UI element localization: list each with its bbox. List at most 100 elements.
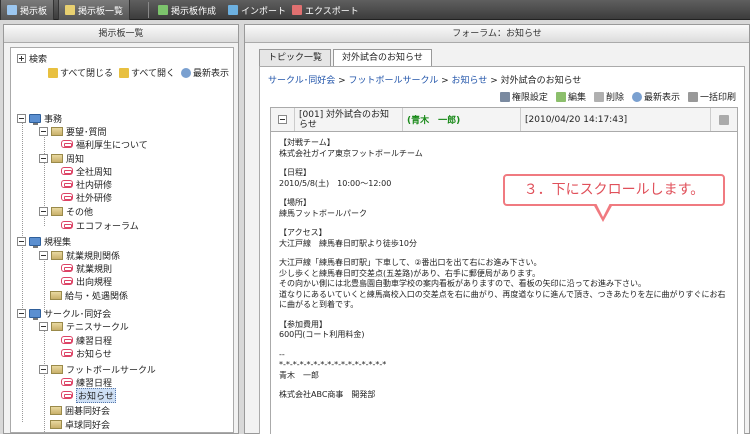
tree-node-shagai-kenshu[interactable]: 社外研修 xyxy=(61,191,112,204)
tree-node-tennis-oshirase[interactable]: お知らせ xyxy=(61,347,112,360)
forum-icon xyxy=(61,193,73,201)
tab-bulletin-board[interactable]: 掲示板 xyxy=(0,0,55,20)
post-date: [2010/04/20 14:17:43] xyxy=(521,108,711,131)
collapse-icon[interactable] xyxy=(278,115,287,124)
close-all-button[interactable]: すべて閉じる xyxy=(47,66,113,79)
toolbar-separator xyxy=(148,2,149,18)
board-tree: 検索 すべて閉じる すべて開く 最新表示 事務 要望･質問 福利厚生について 周… xyxy=(10,47,234,433)
tree-node-kyuyo[interactable]: 給与・処遇関係 xyxy=(50,289,128,302)
folder-icon xyxy=(51,250,63,260)
tree-node-takkyu[interactable]: 卓球同好会 xyxy=(50,418,110,431)
folder-icon xyxy=(50,290,62,300)
instruction-callout: ３．下にスクロールします。 xyxy=(503,174,725,206)
create-icon xyxy=(158,5,168,15)
breadcrumb-oshirase[interactable]: お知らせ xyxy=(452,76,488,86)
tree-node-shucchou[interactable]: 出向規程 xyxy=(61,275,112,288)
tree-node-tennis-renshu[interactable]: 練習日程 xyxy=(61,334,112,347)
tree-guide xyxy=(44,328,45,432)
folder-open-icon xyxy=(118,67,129,78)
forum-icon xyxy=(61,391,73,399)
post-collapse[interactable] xyxy=(271,108,295,131)
folder-icon xyxy=(51,153,63,163)
open-all-button[interactable]: すべて開く xyxy=(118,66,175,79)
board-icon xyxy=(7,5,17,15)
tree-node-kitei[interactable]: 規程集 xyxy=(17,235,71,248)
topic-actions: 権限設定 編集 削除 最新表示 一括印刷 xyxy=(499,90,736,103)
topic-content: サークル･同好会 > フットボールサークル > お知らせ > 対外試合のお知らせ… xyxy=(259,66,745,434)
tree-node-fukuri[interactable]: 福利厚生について xyxy=(61,138,148,151)
edit-icon xyxy=(555,91,566,102)
tree-node-eco[interactable]: エコフォーラム xyxy=(61,219,139,232)
forum-icon xyxy=(61,140,73,148)
print-all-button[interactable]: 一括印刷 xyxy=(687,90,736,103)
permissions-icon xyxy=(499,91,510,102)
collapse-icon[interactable] xyxy=(39,250,48,260)
folder-icon xyxy=(51,206,63,216)
post-paragraph: -- *-*-*-*-*-*-*-*-*-*-*-*-*-*-*-* 青木 一郎 xyxy=(279,349,387,380)
tree-actions: すべて閉じる すべて開く 最新表示 xyxy=(47,66,229,79)
folder-icon xyxy=(50,405,62,415)
post-paragraph: 大江戸線「練馬春日町駅」下車して、②番出口を出て右にお進み下さい。 少し歩くと練… xyxy=(279,258,726,309)
tab-topic-list[interactable]: トピック一覧 xyxy=(259,49,332,66)
folder-close-icon xyxy=(47,67,58,78)
post-header: [001] 対外試合のお知 らせ (青木 一郎) [2010/04/20 14:… xyxy=(270,107,738,132)
printer-icon xyxy=(687,91,698,102)
post-paragraph: 【アクセス】 大江戸線 練馬春日町駅より徒歩10分 xyxy=(279,228,418,248)
breadcrumb-football[interactable]: フットボールサークル xyxy=(349,76,439,86)
forum-icon xyxy=(61,349,73,357)
tab-bulletin-board-list[interactable]: 掲示板一覧 xyxy=(58,0,131,20)
tree-node-youbou[interactable]: 要望･質問 xyxy=(39,125,107,138)
export-icon xyxy=(292,5,302,15)
forum-icon xyxy=(61,180,73,188)
create-board-button[interactable]: 掲示板作成 xyxy=(158,0,216,20)
forum-panel: フォーラム：お知らせ トピック一覧 対外試合のお知らせ サークル･同好会 > フ… xyxy=(244,24,750,434)
post-print-button[interactable] xyxy=(711,108,737,131)
collapse-icon[interactable] xyxy=(17,308,26,318)
printer-icon xyxy=(719,114,729,125)
post-author: (青木 一郎) xyxy=(403,108,521,131)
refresh-icon xyxy=(631,91,642,102)
collapse-icon[interactable] xyxy=(39,153,48,163)
tree-node-shugyo[interactable]: 就業規則 xyxy=(61,262,112,275)
refresh-icon xyxy=(180,67,191,78)
collapse-icon[interactable] xyxy=(39,126,48,136)
forum-title: フォーラム：お知らせ xyxy=(245,25,749,43)
tab-current-topic[interactable]: 対外試合のお知らせ xyxy=(333,49,432,66)
category-icon xyxy=(29,308,41,320)
collapse-icon[interactable] xyxy=(39,206,48,216)
forum-icon xyxy=(61,221,73,229)
post-paragraph: 【対戦チーム】 株式会社ガイア東京フットボールチーム xyxy=(279,138,423,158)
import-button[interactable]: インポート xyxy=(228,0,286,20)
collapse-icon[interactable] xyxy=(17,236,26,246)
collapse-icon[interactable] xyxy=(39,364,48,374)
tree-node-football[interactable]: フットボールサークル xyxy=(39,363,156,376)
tree-node-zensha[interactable]: 全社周知 xyxy=(61,165,112,178)
tree-node-shugyo-kankei[interactable]: 就業規則関係 xyxy=(39,249,120,262)
post-title: [001] 対外試合のお知 らせ xyxy=(295,108,403,131)
tree-node-igo[interactable]: 囲碁同好会 xyxy=(50,404,110,417)
tree-node-circle[interactable]: サークル･同好会 xyxy=(17,307,111,320)
callout-tail-inner xyxy=(596,203,610,217)
tree-node-shuuchi[interactable]: 周知 xyxy=(39,152,84,165)
tree-guide xyxy=(44,258,45,312)
category-icon xyxy=(29,113,41,125)
tree-node-shanai-kenshu[interactable]: 社内研修 xyxy=(61,178,112,191)
post-paragraph: 【参加費用】 600円(コート利用料金) xyxy=(279,319,365,340)
export-button[interactable]: エクスポート xyxy=(292,0,359,20)
collapse-icon[interactable] xyxy=(39,321,48,331)
collapse-icon[interactable] xyxy=(17,113,26,123)
delete-button[interactable]: 削除 xyxy=(593,90,624,103)
tree-node-tennis[interactable]: テニスサークル xyxy=(39,320,129,333)
forum-tabs: トピック一覧 対外試合のお知らせ xyxy=(259,49,432,66)
permissions-button[interactable]: 権限設定 xyxy=(499,90,548,103)
tree-node-football-renshu[interactable]: 練習日程 xyxy=(61,376,112,389)
refresh-button[interactable]: 最新表示 xyxy=(631,90,680,103)
search-toggle[interactable]: 検索 xyxy=(17,52,47,65)
edit-button[interactable]: 編集 xyxy=(555,90,586,103)
tree-node-football-oshirase[interactable]: お知らせ xyxy=(61,387,116,403)
tree-node-sonota[interactable]: その他 xyxy=(39,205,93,218)
breadcrumb-circle[interactable]: サークル･同好会 xyxy=(268,76,335,86)
refresh-tree-button[interactable]: 最新表示 xyxy=(180,66,229,79)
forum-icon xyxy=(61,167,73,175)
tree-node-jimu[interactable]: 事務 xyxy=(17,112,62,125)
